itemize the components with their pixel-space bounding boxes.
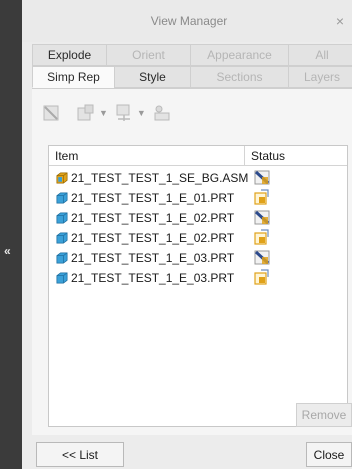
- close-icon[interactable]: ×: [336, 13, 344, 29]
- part-icon: [56, 212, 68, 224]
- list-row[interactable]: 21_TEST_TEST_1_E_02.PRT: [49, 208, 349, 228]
- tab-style[interactable]: Style: [114, 66, 190, 88]
- part-icon: [56, 232, 68, 244]
- tab-sections[interactable]: Sections: [190, 66, 288, 88]
- row-item-name: 21_TEST_TEST_1_E_03.PRT: [71, 271, 235, 285]
- list-header: Item Status: [49, 146, 347, 166]
- collapse-panel-button[interactable]: «: [4, 244, 11, 258]
- properties-icon[interactable]: [114, 103, 134, 123]
- list-row[interactable]: 21_TEST_TEST_1_E_02.PRT: [49, 228, 349, 248]
- edit-dropdown-icon[interactable]: ▼: [99, 108, 108, 118]
- tab-all[interactable]: All: [288, 44, 352, 66]
- list-row[interactable]: 21_TEST_TEST_1_SE_BG.ASM: [49, 168, 349, 188]
- row-item-name: 21_TEST_TEST_1_SE_BG.ASM: [71, 171, 249, 185]
- list-toggle-button[interactable]: << List: [36, 442, 124, 467]
- part-icon: [56, 272, 68, 284]
- status-master-icon[interactable]: [253, 188, 271, 206]
- window-title: View Manager: [150, 14, 228, 28]
- tab-simp-rep[interactable]: Simp Rep: [32, 66, 114, 88]
- options-icon[interactable]: [152, 103, 172, 123]
- list-row[interactable]: 21_TEST_TEST_1_E_03.PRT: [49, 268, 349, 288]
- list-row[interactable]: 21_TEST_TEST_1_E_01.PRT: [49, 188, 349, 208]
- row-item-name: 21_TEST_TEST_1_E_01.PRT: [71, 191, 235, 205]
- status-excluded-icon[interactable]: [253, 248, 271, 266]
- status-excluded-icon[interactable]: [253, 208, 271, 226]
- tab-layers[interactable]: Layers: [288, 66, 352, 88]
- item-list[interactable]: Item Status 21_TEST_TEST_1_SE_BG.ASM 21_T…: [48, 145, 348, 427]
- column-item[interactable]: Item: [55, 149, 78, 163]
- tab-appearance[interactable]: Appearance: [190, 44, 288, 66]
- remove-button[interactable]: Remove: [296, 403, 352, 427]
- close-button[interactable]: Close: [306, 442, 352, 467]
- tab-explode[interactable]: Explode: [32, 44, 106, 66]
- row-item-name: 21_TEST_TEST_1_E_03.PRT: [71, 251, 235, 265]
- row-item-name: 21_TEST_TEST_1_E_02.PRT: [71, 211, 235, 225]
- part-icon: [56, 252, 68, 264]
- row-item-name: 21_TEST_TEST_1_E_02.PRT: [71, 231, 235, 245]
- new-rep-icon[interactable]: [42, 103, 62, 123]
- assembly-icon: [56, 172, 68, 184]
- edit-rep-icon[interactable]: [76, 103, 96, 123]
- title-bar: View Manager ×: [22, 0, 352, 42]
- tabs-row-2: Simp Rep Style Sections Layers: [32, 66, 352, 88]
- list-row[interactable]: 21_TEST_TEST_1_E_03.PRT: [49, 248, 349, 268]
- part-icon: [56, 192, 68, 204]
- tab-orient[interactable]: Orient: [106, 44, 190, 66]
- column-status[interactable]: Status: [251, 149, 285, 163]
- status-excluded-icon[interactable]: [253, 168, 271, 186]
- status-master-icon[interactable]: [253, 268, 271, 286]
- toolbar: ▼ ▼: [42, 101, 172, 125]
- simp-rep-panel: ▼ ▼ Item Status 21_TEST_TEST_1_SE_BG.ASM…: [32, 88, 352, 435]
- properties-dropdown-icon[interactable]: ▼: [137, 108, 146, 118]
- tabs-row-1: Explode Orient Appearance All: [32, 44, 352, 66]
- view-manager-dialog: View Manager × Explode Orient Appearance…: [22, 0, 352, 469]
- status-master-icon[interactable]: [253, 228, 271, 246]
- left-collapse-strip: «: [0, 0, 22, 469]
